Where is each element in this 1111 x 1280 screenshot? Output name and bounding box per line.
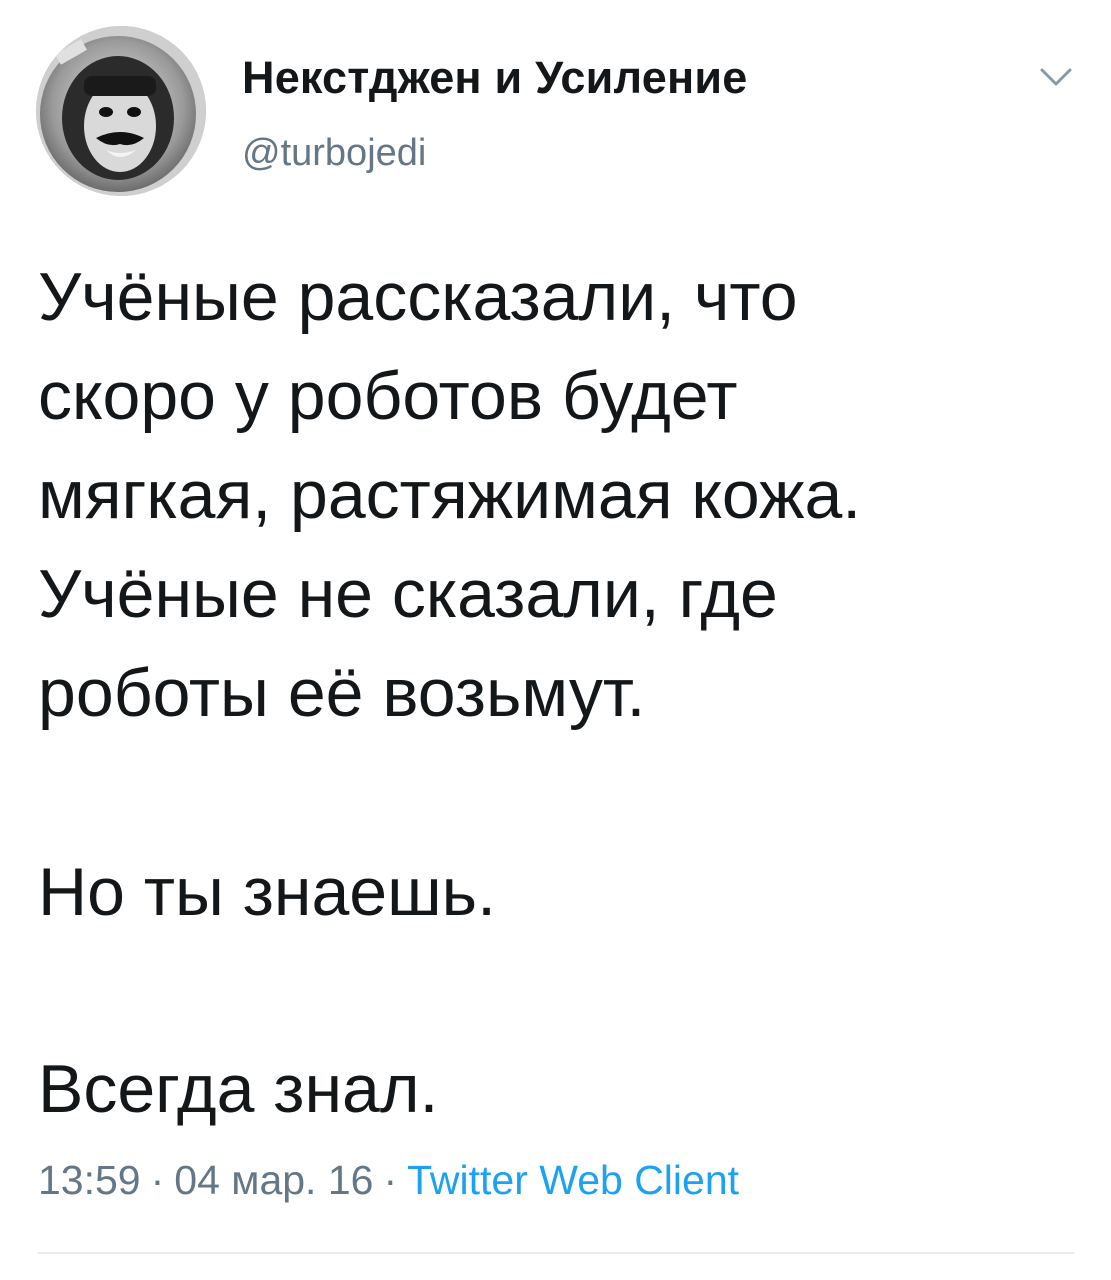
separator: ·	[150, 1157, 165, 1203]
tweet-text-line: Учёные не сказали, где	[38, 556, 778, 632]
tweet-text-line: роботы её возьмут.	[38, 655, 646, 731]
tweet-time[interactable]: 13:59	[38, 1157, 141, 1203]
tweet-text-line: скоро у роботов будет	[38, 358, 738, 434]
tweet-text-line: Но ты знаешь.	[38, 854, 496, 930]
tweet-date[interactable]: 04 мар. 16	[174, 1157, 373, 1203]
user-handle[interactable]: @turbojedi	[242, 132, 426, 175]
tweet-metadata: 13:59 · 04 мар. 16 · Twitter Web Client	[38, 1157, 739, 1204]
avatar[interactable]	[36, 26, 206, 196]
tweet: Некстджен и Усиление @turbojedi Учёные р…	[0, 0, 1111, 1280]
tweet-text-paragraph-2: Но ты знаешь.	[38, 843, 496, 942]
display-name[interactable]: Некстджен и Усиление	[242, 52, 747, 104]
tweet-text-line: мягкая, растяжимая кожа.	[38, 457, 862, 533]
tweet-text-paragraph-3: Всегда знал.	[38, 1040, 438, 1139]
divider	[38, 1252, 1074, 1254]
tweet-text-line: Учёные рассказали, что	[38, 259, 798, 335]
chevron-down-icon[interactable]	[1036, 62, 1076, 92]
separator: ·	[383, 1157, 398, 1203]
tweet-text-line: Всегда знал.	[38, 1051, 439, 1127]
tweet-text-paragraph-1: Учёные рассказали, что скоро у роботов б…	[38, 248, 861, 743]
tweet-source-link[interactable]: Twitter Web Client	[407, 1157, 739, 1203]
